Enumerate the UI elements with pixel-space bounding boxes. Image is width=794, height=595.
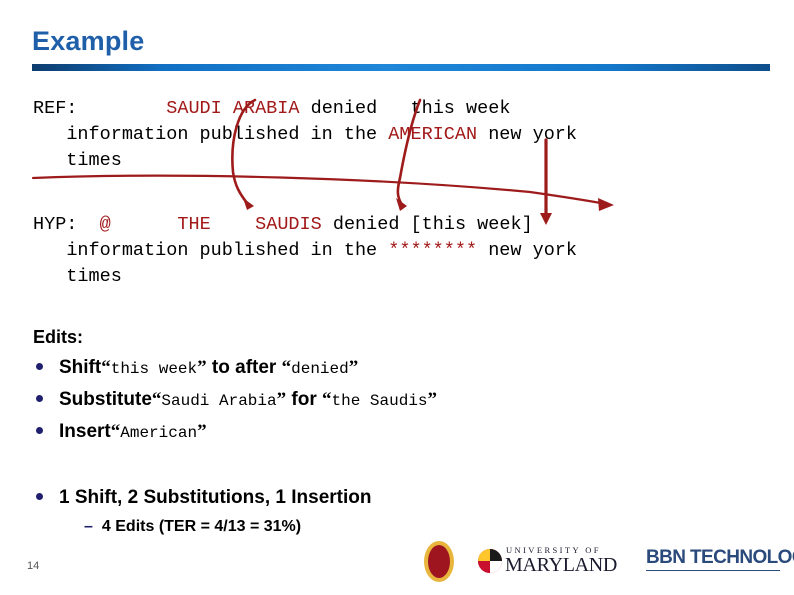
edit-list-item: Insert“American” (36, 421, 207, 443)
crest-quadrant (490, 549, 502, 561)
oval-emblem-inner (428, 545, 450, 578)
ref-line1-rest: denied this week (299, 98, 511, 119)
hyp-line2-pre: information published in the (66, 240, 389, 261)
ter-score-text: 4 Edits (TER = 4/13 = 31%) (101, 518, 302, 535)
ref-line2-indent (33, 124, 66, 145)
quote-open: “ (101, 357, 111, 378)
hyp-label: HYP: (33, 214, 78, 235)
ref-gap (77, 98, 166, 119)
edit-action: Substitute (59, 389, 152, 410)
bbn-logo-underline (646, 570, 780, 571)
arrowhead-this-week (598, 198, 614, 211)
bbn-logo-text: BBN TECHNOLOGIES (646, 547, 794, 568)
edit-list-item: Substitute“Saudi Arabia” for “the Saudis… (36, 389, 437, 411)
quote-close: ” (348, 357, 359, 378)
hyp-line3: times (33, 266, 122, 287)
quote-close: ” (427, 389, 438, 410)
bullet-icon (36, 426, 43, 434)
quote-open: “ (151, 389, 162, 410)
edit-connector: to after (211, 357, 277, 378)
edit-action: Shift (59, 357, 102, 378)
edit-summary-text: 1 Shift, 2 Substitutions, 1 Insertion (59, 487, 372, 508)
reference-sentence-block: REF: SAUDI ARABIA denied this week infor… (33, 96, 577, 174)
edit-action: Insert (59, 421, 111, 442)
arrow-path-shift-this-week (31, 174, 608, 206)
edit-connector: for (291, 389, 317, 410)
hyp-highlight-at: @ (99, 214, 111, 235)
hyp-gap-3 (211, 214, 255, 235)
hypothesis-sentence-block: HYP: @ THE SAUDIS denied [this week] inf… (33, 212, 577, 290)
bullet-icon (36, 394, 43, 402)
edit-quote-target: denied (291, 360, 349, 378)
edit-quote-target: the Saudis (331, 392, 428, 410)
page-number: 14 (27, 560, 40, 572)
quote-open: “ (322, 389, 332, 410)
quote-close: ” (276, 389, 287, 410)
bullet-icon (36, 362, 43, 370)
umd-logo-title: MARYLAND (505, 554, 618, 576)
ref-highlight-american: AMERICAN (388, 124, 478, 145)
ref-line3: times (33, 150, 122, 171)
edit-quote-source: Saudi Arabia (161, 392, 277, 410)
oval-emblem-logo (424, 541, 454, 582)
edit-summary: 1 Shift, 2 Substitutions, 1 Insertion (36, 487, 371, 509)
crest-quadrant (478, 561, 490, 573)
hyp-highlight-the: THE (177, 214, 211, 235)
quote-close: ” (197, 421, 207, 442)
edit-list-item: Shift“this week” to after “denied” (36, 357, 358, 379)
ref-line2-post: new york (477, 124, 578, 145)
arrowhead-saudis (396, 198, 407, 211)
ref-highlight-saudi-arabia: SAUDI ARABIA (166, 98, 300, 119)
crest-quadrant (490, 561, 502, 573)
ref-line2-pre: information published in the (66, 124, 389, 145)
bbn-technologies-logo: BBN TECHNOLOGIES (646, 547, 794, 571)
crest-quadrant (478, 549, 490, 561)
bullet-icon (36, 492, 43, 500)
hyp-highlight-stars: ******** (388, 240, 478, 261)
maryland-crest-icon (478, 549, 502, 573)
hyp-line2-post: new york (477, 240, 578, 261)
hyp-highlight-saudis: SAUDIS (255, 214, 322, 235)
edits-heading: Edits: (33, 327, 84, 347)
edit-quote-source: American (120, 424, 198, 442)
hyp-gap-2 (111, 214, 178, 235)
page-title: Example (32, 26, 145, 56)
dash-icon: – (84, 518, 93, 535)
footer-logos: UNIVERSITY OF MARYLAND BBN TECHNOLOGIES (424, 540, 794, 584)
quote-open: “ (110, 421, 121, 442)
oval-emblem-glyph (428, 554, 450, 570)
hyp-gap-1 (77, 214, 99, 235)
university-of-maryland-logo: UNIVERSITY OF MARYLAND (478, 545, 638, 579)
title-divider (32, 64, 770, 71)
quote-close: ” (197, 357, 207, 378)
quote-open: “ (281, 357, 292, 378)
hyp-line1-rest: denied [this week] (321, 214, 533, 235)
hyp-line2-indent (33, 240, 66, 261)
ref-label: REF: (33, 98, 78, 119)
arrowhead-the (243, 198, 254, 210)
ter-score-row: –4 Edits (TER = 4/13 = 31%) (84, 518, 301, 536)
edit-quote-source: this week (110, 360, 198, 378)
